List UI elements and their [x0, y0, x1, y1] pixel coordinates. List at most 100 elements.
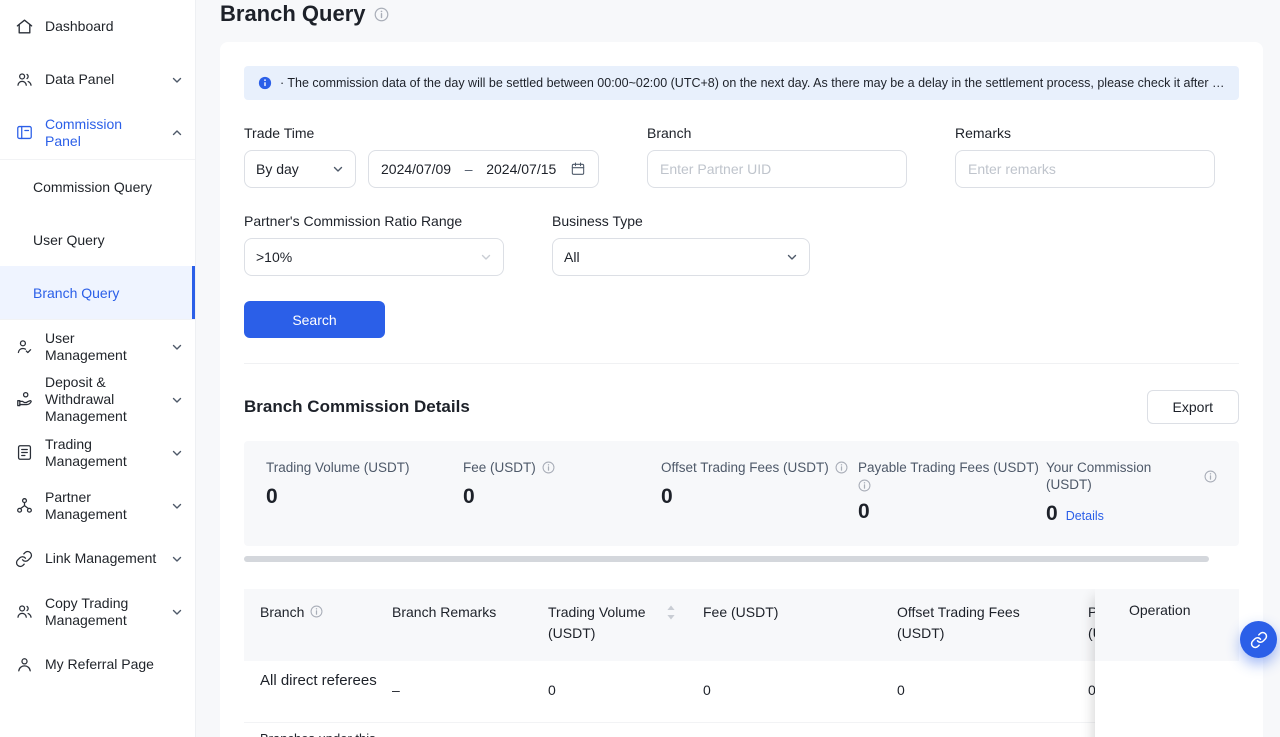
operation-cells: [1095, 661, 1239, 737]
business-type-select[interactable]: All: [552, 238, 810, 276]
cell-trading-volume: 0: [548, 682, 556, 698]
sidebar-item-user-query[interactable]: User Query: [0, 213, 195, 266]
page-title-info-icon[interactable]: [374, 7, 389, 22]
table-row: All direct referees – 0 0 0 0: [244, 661, 1239, 723]
column-header-label: Fee (USDT): [703, 602, 778, 623]
user-icon: [14, 655, 34, 675]
sort-icon[interactable]: [666, 604, 676, 627]
commission-details-link[interactable]: Details: [1066, 509, 1104, 523]
column-header-label: Offset Trading Fees (USDT): [897, 602, 1057, 644]
stat-value: 0: [1046, 502, 1058, 526]
cell-fee: 0: [703, 682, 711, 698]
sidebar-item-my-referral-page[interactable]: My Referral Page: [0, 638, 195, 691]
stat-label: Fee (USDT): [463, 459, 536, 476]
chevron-down-icon: [171, 500, 183, 512]
chevron-up-icon: [171, 127, 183, 139]
sidebar-item-commission-panel[interactable]: Commission Panel: [0, 106, 195, 159]
page-title: Branch Query: [220, 1, 366, 27]
payable-info-icon[interactable]: [858, 479, 871, 492]
column-header-branch: Branch: [260, 602, 323, 623]
sidebar-item-deposit-withdrawal[interactable]: Deposit & Withdrawal Management: [0, 373, 195, 426]
banner-text: · The commission data of the day will be…: [280, 76, 1225, 90]
column-header-label: Branch: [260, 602, 304, 623]
hierarchy-icon: [14, 496, 34, 516]
sidebar-item-branch-query[interactable]: Branch Query: [0, 266, 195, 319]
sidebar-item-user-management[interactable]: User Management: [0, 320, 195, 373]
trade-time-label: Trade Time: [244, 125, 599, 141]
fee-info-icon[interactable]: [542, 461, 555, 474]
remarks-label: Remarks: [955, 125, 1215, 141]
sidebar-item-label: User Query: [33, 232, 105, 248]
summary-stats: Trading Volume (USDT) 0 Fee (USDT) 0 Off…: [244, 441, 1239, 546]
column-header-trading-volume: Trading Volume (USDT): [548, 602, 676, 644]
branch-info-icon[interactable]: [310, 605, 323, 618]
stat-payable-fees: Payable Trading Fees (USDT) 0: [858, 459, 1046, 526]
horizontal-scrollbar: [244, 556, 1239, 562]
commission-panel-icon: [14, 123, 34, 143]
cell-branch: All direct referees: [260, 670, 382, 692]
commission-panel-submenu: Commission Query User Query Branch Query: [0, 159, 195, 320]
stat-value: 0: [661, 485, 858, 509]
date-start: 2024/07/09: [381, 161, 451, 177]
sidebar-item-label: Copy Trading Management: [45, 595, 160, 629]
sidebar-item-label: Trading Management: [45, 436, 160, 470]
chevron-down-icon: [171, 394, 183, 406]
sidebar-item-label: Commission Query: [33, 179, 152, 195]
commission-ratio-select[interactable]: >10%: [244, 238, 504, 276]
sidebar-item-data-panel[interactable]: Data Panel: [0, 53, 195, 106]
chevron-down-icon: [786, 251, 798, 263]
page-header: Branch Query: [220, 0, 1263, 27]
branch-label: Branch: [647, 125, 907, 141]
commission-ratio-value: >10%: [256, 249, 292, 265]
stat-label: Your Commission (USDT): [1046, 459, 1198, 493]
info-icon: [258, 76, 272, 90]
sidebar-item-label: Link Management: [45, 550, 156, 567]
branch-input[interactable]: [647, 150, 907, 188]
date-range-picker[interactable]: 2024/07/09 – 2024/07/15: [368, 150, 599, 188]
branch-table: Branch Branch Remarks Trading Volume (US…: [244, 589, 1239, 737]
data-panel-icon: [14, 70, 34, 90]
sidebar-item-label: Partner Management: [45, 489, 160, 523]
sidebar-item-link-management[interactable]: Link Management: [0, 532, 195, 585]
branch-group: Branch: [647, 125, 907, 188]
sidebar: Dashboard Data Panel Commission Panel Co…: [0, 0, 196, 737]
settlement-info-banner: · The commission data of the day will be…: [244, 66, 1239, 100]
sidebar-item-label: Deposit & Withdrawal Management: [45, 374, 160, 425]
trade-time-group: Trade Time By day 2024/07/09 – 2024/07/1…: [244, 125, 599, 188]
link-icon: [14, 549, 34, 569]
commission-ratio-label: Partner's Commission Ratio Range: [244, 213, 504, 229]
trade-time-value: By day: [256, 161, 299, 177]
sidebar-item-label: Branch Query: [33, 285, 119, 301]
table-header-row: Branch Branch Remarks Trading Volume (US…: [244, 589, 1239, 661]
document-icon: [14, 443, 34, 463]
sidebar-item-label: Data Panel: [45, 71, 114, 88]
commission-ratio-group: Partner's Commission Ratio Range >10%: [244, 213, 504, 276]
export-button[interactable]: Export: [1147, 390, 1239, 424]
details-header: Branch Commission Details Export: [244, 390, 1239, 424]
trade-time-select[interactable]: By day: [244, 150, 356, 188]
column-header-label: Branch Remarks: [392, 602, 496, 623]
scrollbar-thumb[interactable]: [244, 556, 1209, 562]
sidebar-item-copy-trading[interactable]: Copy Trading Management: [0, 585, 195, 638]
cell-offset-fees: 0: [897, 682, 905, 698]
sidebar-item-dashboard[interactable]: Dashboard: [0, 0, 195, 53]
branch-query-card: · The commission data of the day will be…: [220, 42, 1263, 737]
sidebar-item-label: User Management: [45, 330, 160, 364]
offset-info-icon[interactable]: [835, 461, 848, 474]
referral-floating-button[interactable]: [1240, 621, 1277, 658]
search-button[interactable]: Search: [244, 301, 385, 338]
user-management-icon: [14, 337, 34, 357]
remarks-input[interactable]: [955, 150, 1215, 188]
stat-offset-fees: Offset Trading Fees (USDT) 0: [661, 459, 858, 526]
hand-coin-icon: [14, 390, 34, 410]
column-header-fee: Fee (USDT): [703, 602, 778, 623]
sidebar-item-partner-management[interactable]: Partner Management: [0, 479, 195, 532]
stat-value: 0: [463, 485, 661, 509]
sidebar-item-trading-management[interactable]: Trading Management: [0, 426, 195, 479]
link-icon: [1250, 631, 1268, 649]
stat-value: 0: [266, 485, 463, 509]
commission-info-icon[interactable]: [1204, 470, 1217, 483]
sidebar-item-commission-query[interactable]: Commission Query: [0, 160, 195, 213]
filter-form: Trade Time By day 2024/07/09 – 2024/07/1…: [244, 125, 1239, 338]
chevron-down-icon: [332, 163, 344, 175]
